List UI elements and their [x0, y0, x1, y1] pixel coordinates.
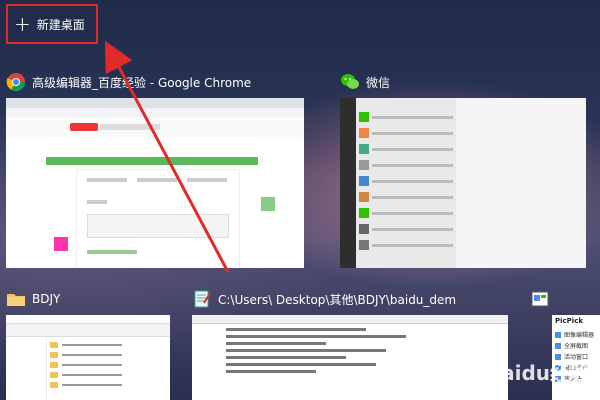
baidu-watermark: Baidu经验: [485, 361, 590, 385]
annotation-arrow: [104, 40, 230, 273]
